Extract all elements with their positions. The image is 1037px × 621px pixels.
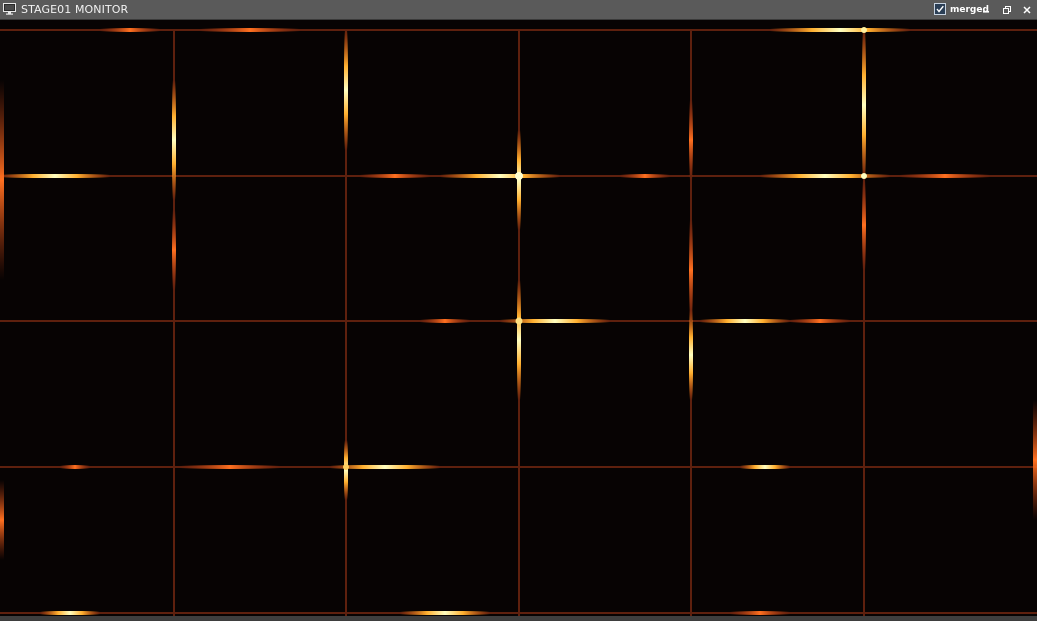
hot-spot <box>400 611 490 615</box>
monitor-grid <box>0 20 1037 616</box>
hot-spot <box>60 465 90 469</box>
hot-spot <box>760 174 890 178</box>
hot-spot <box>620 174 670 178</box>
close-icon <box>1023 6 1031 14</box>
hot-spot <box>689 100 693 180</box>
hot-spot <box>40 611 100 615</box>
hot-spot <box>862 180 866 270</box>
hot-spot <box>730 611 790 615</box>
hot-spot <box>740 465 790 469</box>
hot-spot <box>689 220 693 320</box>
title-bar[interactable]: STAGE01 MONITOR merged <box>0 0 1037 20</box>
hot-spot <box>344 30 348 150</box>
merged-checkbox[interactable] <box>934 3 946 15</box>
hot-spot <box>517 280 521 400</box>
hot-spot <box>1033 400 1037 520</box>
hot-spot <box>180 465 280 469</box>
minimize-button[interactable] <box>979 3 993 17</box>
hot-spot <box>790 319 850 323</box>
hot-crossing <box>515 317 523 325</box>
hot-spot <box>360 174 430 178</box>
hot-spot <box>0 80 4 280</box>
hot-spot <box>440 174 560 178</box>
hot-spot <box>200 28 300 32</box>
monitor-icon <box>3 3 16 15</box>
hot-spot <box>689 310 693 400</box>
hot-spot <box>0 480 4 560</box>
restore-icon <box>1003 6 1011 14</box>
hot-crossing <box>861 173 867 179</box>
stage-monitor-view[interactable] <box>0 20 1037 616</box>
hot-spot <box>420 319 470 323</box>
hot-spot <box>100 28 160 32</box>
minimize-icon <box>983 11 989 13</box>
monitor-window: STAGE01 MONITOR merged <box>0 0 1037 621</box>
close-button[interactable] <box>1020 3 1034 17</box>
hot-crossing <box>515 172 523 180</box>
hot-spot <box>900 174 990 178</box>
hot-spot <box>0 174 110 178</box>
hot-spot <box>770 28 910 32</box>
window-title: STAGE01 MONITOR <box>21 3 129 16</box>
hot-spot <box>862 30 866 180</box>
bottom-border <box>0 616 1037 621</box>
hot-spot <box>172 210 176 290</box>
hot-crossing <box>861 27 867 33</box>
hot-spot <box>700 319 790 323</box>
hot-spot <box>172 80 176 200</box>
hot-crossing <box>343 464 349 470</box>
restore-button[interactable] <box>1000 3 1014 17</box>
